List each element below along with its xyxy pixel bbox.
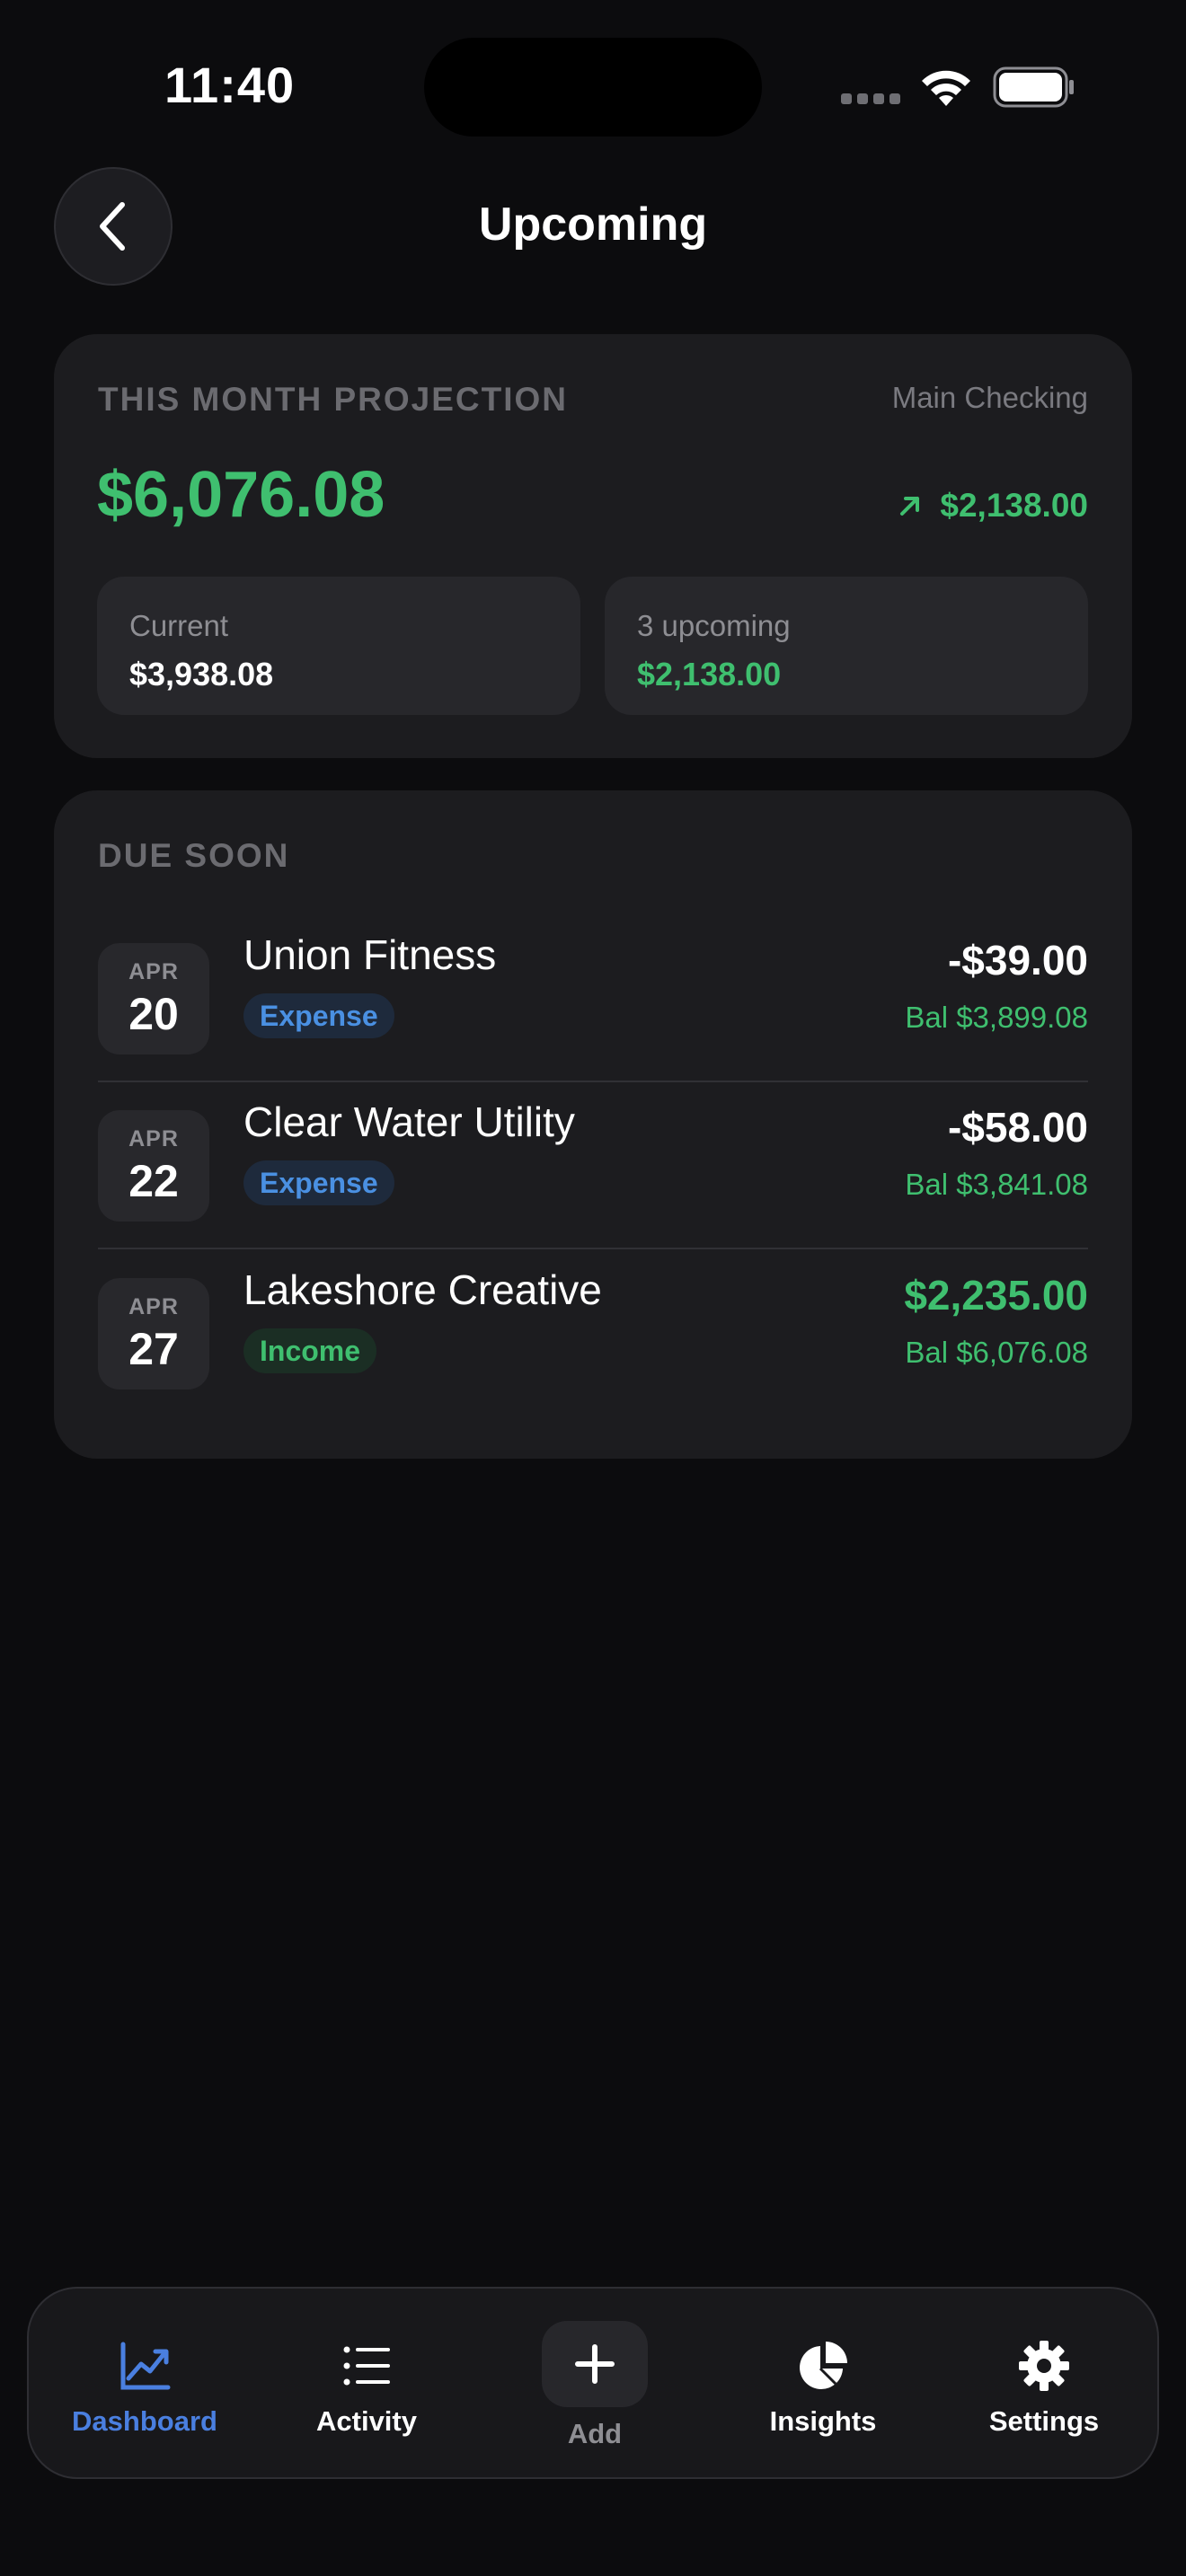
date-badge: APR 22 — [98, 1110, 209, 1222]
date-day: 22 — [128, 1156, 179, 1206]
account-name[interactable]: Main Checking — [892, 381, 1088, 415]
date-month: APR — [128, 959, 179, 984]
current-balance-box: Current $3,938.08 — [97, 577, 580, 715]
arrow-up-right-icon — [900, 497, 920, 516]
due-soon-label: DUE SOON — [98, 837, 290, 874]
date-month: APR — [128, 1294, 179, 1319]
upcoming-value: $2,138.00 — [637, 656, 782, 693]
type-badge: Expense — [243, 993, 394, 1038]
due-soon-card: DUE SOON APR 20 Union Fitness Expense -$… — [54, 790, 1132, 1459]
item-balance: Bal $3,841.08 — [905, 1168, 1088, 1201]
list-item[interactable]: APR 27 Lakeshore Creative Income $2,235.… — [98, 1258, 1088, 1425]
pie-icon — [800, 2342, 847, 2389]
divider — [98, 1081, 1088, 1082]
delta-value: $2,138.00 — [940, 487, 1088, 524]
tab-label: Insights — [769, 2405, 877, 2437]
item-amount: -$39.00 — [947, 937, 1088, 984]
signal-icon — [841, 93, 900, 106]
tab-label: Settings — [988, 2405, 1100, 2437]
date-badge: APR 20 — [98, 943, 209, 1054]
list-item[interactable]: APR 20 Union Fitness Expense -$39.00 Bal… — [98, 923, 1088, 1090]
projection-label: THIS MONTH PROJECTION — [98, 381, 569, 418]
current-label: Current — [129, 609, 229, 642]
screen: 11:40 Upcoming THIS MONTH PROJECTION Mai… — [0, 0, 1186, 2576]
tab-dashboard[interactable]: Dashboard — [49, 2289, 241, 2481]
battery-icon — [993, 66, 1074, 108]
tab-add[interactable]: Add — [505, 2289, 685, 2481]
list-item[interactable]: APR 22 Clear Water Utility Expense -$58.… — [98, 1090, 1088, 1257]
status-time: 11:40 — [164, 57, 296, 113]
page-title: Upcoming — [478, 198, 708, 251]
item-balance: Bal $3,899.08 — [905, 1001, 1088, 1034]
tab-label: Activity — [316, 2405, 417, 2437]
tab-activity[interactable]: Activity — [277, 2289, 456, 2481]
date-day: 27 — [128, 1324, 179, 1374]
date-day: 20 — [128, 989, 179, 1039]
payee-name: Clear Water Utility — [243, 1098, 575, 1145]
chart-icon — [120, 2342, 171, 2390]
projection-delta: $2,138.00 — [897, 487, 1088, 525]
type-badge: Income — [243, 1328, 377, 1373]
tab-settings[interactable]: Settings — [947, 2289, 1141, 2481]
add-button[interactable] — [542, 2321, 648, 2407]
upcoming-label: 3 upcoming — [637, 609, 791, 642]
tab-label: Dashboard — [72, 2405, 217, 2437]
item-amount: $2,235.00 — [904, 1272, 1088, 1319]
item-amount: -$58.00 — [947, 1104, 1088, 1151]
tab-insights[interactable]: Insights — [733, 2289, 913, 2481]
tab-bar: Dashboard Activity Add Insights Settings — [27, 2287, 1159, 2479]
payee-name: Lakeshore Creative — [243, 1266, 602, 1313]
dynamic-island — [424, 38, 762, 137]
item-balance: Bal $6,076.08 — [905, 1336, 1088, 1369]
wifi-icon — [922, 70, 970, 106]
list-icon — [343, 2346, 390, 2386]
payee-name: Union Fitness — [243, 931, 497, 978]
projection-card: THIS MONTH PROJECTION Main Checking $6,0… — [54, 334, 1132, 758]
divider — [98, 1248, 1088, 1249]
type-badge: Expense — [243, 1160, 394, 1205]
upcoming-total-box: 3 upcoming $2,138.00 — [605, 577, 1088, 715]
current-value: $3,938.08 — [129, 656, 274, 693]
date-badge: APR 27 — [98, 1278, 209, 1389]
plus-icon — [575, 2344, 615, 2384]
tab-label: Add — [567, 2418, 623, 2449]
date-month: APR — [128, 1126, 179, 1151]
gear-icon — [1019, 2341, 1069, 2391]
projected-balance: $6,076.08 — [97, 459, 385, 531]
